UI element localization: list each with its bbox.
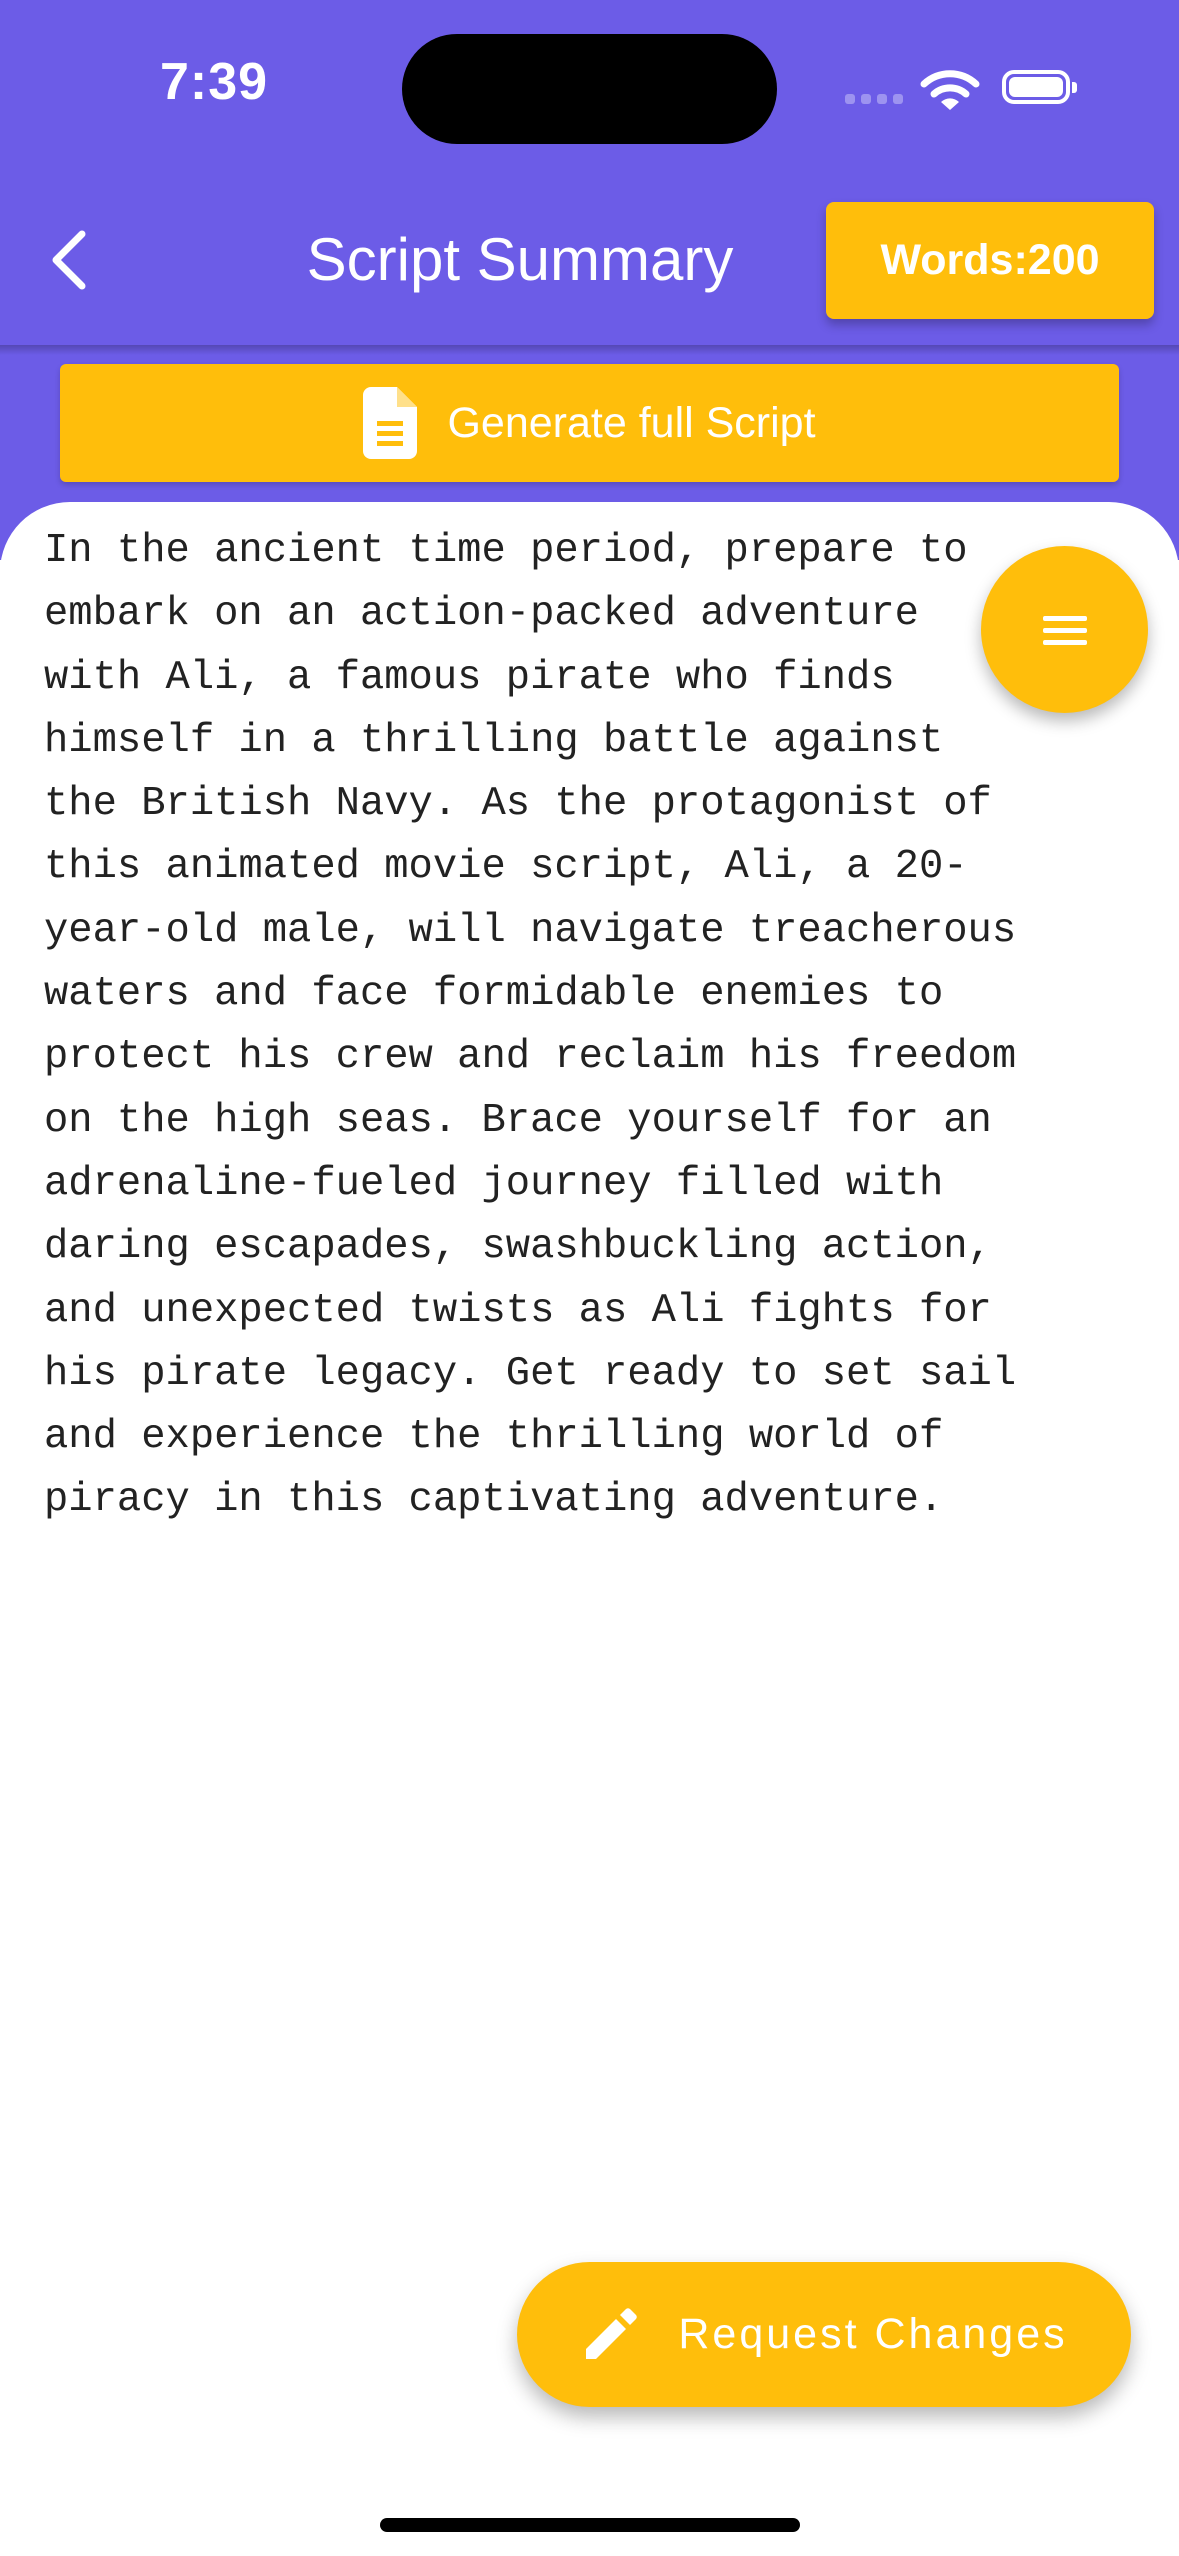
request-changes-label: Request Changes [678,2310,1068,2358]
script-summary-text: In the ancient time period, prepare to e… [44,528,1017,1524]
menu-fab[interactable] [981,546,1148,713]
wifi-icon [920,66,980,112]
back-button[interactable] [38,222,98,298]
signal-icon [845,94,905,104]
status-time: 7:39 [160,53,269,111]
pencil-icon [586,2307,638,2359]
battery-icon [1002,70,1077,104]
document-icon [363,387,418,459]
app-bar-shadow [0,345,1179,355]
generate-full-script-button[interactable]: Generate full Script [60,364,1119,482]
page-title: Script Summary [306,226,734,293]
chevron-left-icon [52,230,86,290]
menu-icon [1042,615,1087,645]
generate-full-script-label: Generate full Script [447,398,816,447]
word-count-label: Words:200 [880,236,1100,284]
request-changes-button[interactable]: Request Changes [517,2262,1131,2407]
dynamic-island [402,34,777,144]
word-count-button[interactable]: Words:200 [826,202,1154,319]
home-indicator [380,2518,800,2532]
